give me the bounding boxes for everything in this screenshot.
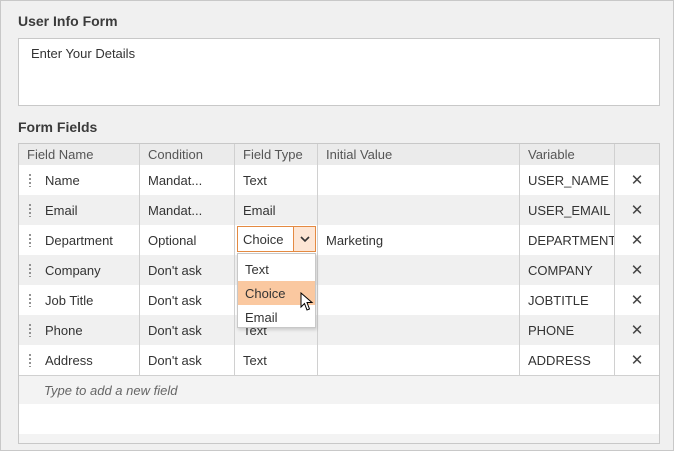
drag-handle-icon[interactable] bbox=[28, 203, 32, 217]
drag-handle-icon[interactable] bbox=[28, 353, 32, 367]
new-field-row[interactable]: Type to add a new field bbox=[19, 375, 659, 404]
initial-value-cell[interactable] bbox=[318, 255, 520, 285]
condition-cell[interactable]: Mandat... bbox=[140, 165, 235, 195]
initial-value-cell[interactable] bbox=[318, 195, 520, 225]
fields-grid: Field Name Condition Field Type Initial … bbox=[18, 143, 660, 444]
table-row[interactable]: Name Mandat... Text USER_NAME ✕ bbox=[19, 165, 659, 195]
field-name-cell[interactable]: Address bbox=[45, 353, 93, 368]
variable-cell[interactable]: COMPANY bbox=[520, 255, 615, 285]
field-type-dropdown-list: Text Choice Email bbox=[237, 253, 316, 328]
col-header-variable[interactable]: Variable bbox=[520, 144, 615, 165]
initial-value-cell[interactable] bbox=[318, 165, 520, 195]
close-icon[interactable]: ✕ bbox=[631, 351, 644, 369]
field-name-cell[interactable]: Department bbox=[45, 233, 113, 248]
col-header-actions bbox=[615, 144, 659, 165]
drag-handle-icon[interactable] bbox=[28, 173, 32, 187]
form-editor-panel: User Info Form Enter Your Details Form F… bbox=[0, 0, 674, 451]
table-row[interactable]: Email Mandat... Email USER_EMAIL ✕ bbox=[19, 195, 659, 225]
table-row[interactable]: Job Title Don't ask JOBTITLE ✕ bbox=[19, 285, 659, 315]
form-description-field[interactable]: Enter Your Details bbox=[18, 38, 660, 106]
form-title: User Info Form bbox=[18, 13, 118, 29]
col-header-condition[interactable]: Condition bbox=[140, 144, 235, 165]
field-name-cell[interactable]: Job Title bbox=[45, 293, 93, 308]
initial-value-cell[interactable]: Marketing bbox=[318, 225, 520, 255]
empty-row bbox=[19, 404, 659, 434]
variable-cell[interactable]: USER_EMAIL bbox=[520, 195, 615, 225]
field-type-cell[interactable]: Text bbox=[235, 345, 318, 375]
table-row-editing[interactable]: Department Optional Marketing DEPARTMENT… bbox=[19, 225, 659, 255]
close-icon[interactable]: ✕ bbox=[631, 201, 644, 219]
new-field-placeholder[interactable]: Type to add a new field bbox=[44, 383, 177, 398]
table-row[interactable]: Phone Don't ask Text PHONE ✕ bbox=[19, 315, 659, 345]
mouse-pointer-icon bbox=[300, 292, 314, 311]
condition-cell[interactable]: Mandat... bbox=[140, 195, 235, 225]
dropdown-button[interactable] bbox=[293, 227, 315, 251]
table-row[interactable]: Company Don't ask COMPANY ✕ bbox=[19, 255, 659, 285]
condition-cell[interactable]: Optional bbox=[140, 225, 235, 255]
close-icon[interactable]: ✕ bbox=[631, 261, 644, 279]
field-name-cell[interactable]: Name bbox=[45, 173, 80, 188]
field-type-cell[interactable]: Text bbox=[235, 165, 318, 195]
drag-handle-icon[interactable] bbox=[28, 263, 32, 277]
field-type-cell[interactable]: Email bbox=[235, 195, 318, 225]
variable-cell[interactable]: USER_NAME bbox=[520, 165, 615, 195]
condition-cell[interactable]: Don't ask bbox=[140, 255, 235, 285]
close-icon[interactable]: ✕ bbox=[631, 171, 644, 189]
col-header-initial-value[interactable]: Initial Value bbox=[318, 144, 520, 165]
initial-value-cell[interactable] bbox=[318, 285, 520, 315]
drag-handle-icon[interactable] bbox=[28, 293, 32, 307]
condition-cell[interactable]: Don't ask bbox=[140, 315, 235, 345]
variable-cell[interactable]: DEPARTMENT bbox=[520, 225, 615, 255]
close-icon[interactable]: ✕ bbox=[631, 291, 644, 309]
initial-value-cell[interactable] bbox=[318, 315, 520, 345]
grid-header: Field Name Condition Field Type Initial … bbox=[19, 144, 659, 165]
field-type-combo-value[interactable]: Choice bbox=[243, 232, 283, 247]
chevron-down-icon bbox=[299, 235, 310, 242]
dropdown-option-text[interactable]: Text bbox=[238, 257, 315, 281]
col-header-field-name[interactable]: Field Name bbox=[19, 144, 140, 165]
close-icon[interactable]: ✕ bbox=[631, 231, 644, 249]
variable-cell[interactable]: ADDRESS bbox=[520, 345, 615, 375]
field-type-combo[interactable]: Choice bbox=[237, 226, 316, 252]
field-name-cell[interactable]: Company bbox=[45, 263, 101, 278]
table-row[interactable]: Address Don't ask Text ADDRESS ✕ bbox=[19, 345, 659, 375]
fields-section-title: Form Fields bbox=[18, 119, 98, 135]
close-icon[interactable]: ✕ bbox=[631, 321, 644, 339]
drag-handle-icon[interactable] bbox=[28, 233, 32, 247]
field-name-cell[interactable]: Email bbox=[45, 203, 78, 218]
field-name-cell[interactable]: Phone bbox=[45, 323, 83, 338]
drag-handle-icon[interactable] bbox=[28, 323, 32, 337]
variable-cell[interactable]: JOBTITLE bbox=[520, 285, 615, 315]
col-header-field-type[interactable]: Field Type bbox=[235, 144, 318, 165]
condition-cell[interactable]: Don't ask bbox=[140, 345, 235, 375]
condition-cell[interactable]: Don't ask bbox=[140, 285, 235, 315]
variable-cell[interactable]: PHONE bbox=[520, 315, 615, 345]
initial-value-cell[interactable] bbox=[318, 345, 520, 375]
